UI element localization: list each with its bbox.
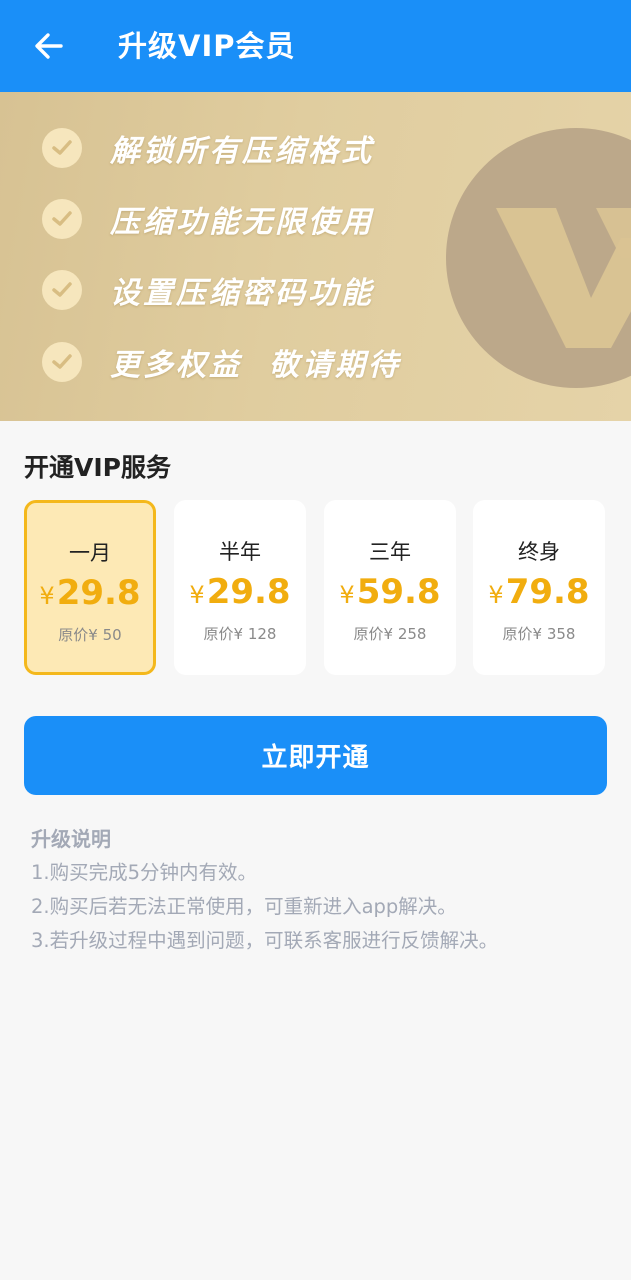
currency-symbol: ¥ bbox=[189, 581, 205, 609]
arrow-left-icon bbox=[35, 33, 63, 59]
page-title: 升级VIP会员 bbox=[118, 29, 296, 63]
notes-line: 2.购买后若无法正常使用，可重新进入app解决。 bbox=[31, 895, 457, 918]
plan-card-three-year[interactable]: 三年 ¥59.8 原价¥ 258 bbox=[324, 500, 456, 675]
plan-price-amount: 29.8 bbox=[206, 572, 291, 612]
currency-symbol: ¥ bbox=[339, 581, 355, 609]
benefit-text: 更多权益 敬请期待 bbox=[110, 348, 401, 383]
benefit-text: 压缩功能无限使用 bbox=[110, 205, 374, 240]
upgrade-notes: 升级说明 1.购买完成5分钟内有效。 2.购买后若无法正常使用，可重新进入app… bbox=[31, 822, 498, 958]
currency-symbol: ¥ bbox=[39, 582, 55, 610]
notes-title: 升级说明 bbox=[31, 827, 111, 851]
plan-card-monthly[interactable]: 一月 ¥29.8 原价¥ 50 bbox=[24, 500, 156, 675]
plan-original-price: 原价¥ 128 bbox=[203, 625, 277, 643]
vip-v-logo-icon bbox=[446, 128, 631, 388]
plan-price: ¥79.8 bbox=[473, 572, 605, 612]
benefit-item: 更多权益 敬请期待 bbox=[42, 342, 401, 383]
plan-price-amount: 59.8 bbox=[356, 572, 441, 612]
check-icon bbox=[42, 199, 82, 239]
vip-benefits-banner: 解锁所有压缩格式 压缩功能无限使用 设置压缩密码功能 更多权益 敬请期待 bbox=[0, 92, 631, 421]
benefit-item: 解锁所有压缩格式 bbox=[42, 128, 374, 169]
back-button[interactable] bbox=[28, 26, 68, 66]
plan-name: 终身 bbox=[518, 540, 560, 564]
benefit-item: 设置压缩密码功能 bbox=[42, 270, 374, 311]
plan-price: ¥29.8 bbox=[27, 573, 153, 613]
check-icon bbox=[42, 128, 82, 168]
plan-name: 半年 bbox=[219, 540, 261, 564]
plan-original-price: 原价¥ 358 bbox=[502, 625, 576, 643]
plan-card-half-year[interactable]: 半年 ¥29.8 原价¥ 128 bbox=[174, 500, 306, 675]
plan-price-amount: 79.8 bbox=[505, 572, 590, 612]
plan-price: ¥59.8 bbox=[324, 572, 456, 612]
notes-line: 1.购买完成5分钟内有效。 bbox=[31, 861, 258, 884]
plan-price: ¥29.8 bbox=[174, 572, 306, 612]
plan-card-lifetime[interactable]: 终身 ¥79.8 原价¥ 358 bbox=[473, 500, 605, 675]
plan-original-price: 原价¥ 258 bbox=[353, 625, 427, 643]
section-title: 开通VIP服务 bbox=[24, 453, 171, 482]
currency-symbol: ¥ bbox=[488, 581, 504, 609]
benefit-text: 设置压缩密码功能 bbox=[110, 276, 374, 311]
plan-original-price: 原价¥ 50 bbox=[58, 626, 122, 644]
plan-name: 三年 bbox=[369, 540, 411, 564]
open-vip-button[interactable]: 立即开通 bbox=[24, 716, 607, 795]
plan-name: 一月 bbox=[69, 541, 111, 565]
notes-line: 3.若升级过程中遇到问题，可联系客服进行反馈解决。 bbox=[31, 929, 499, 952]
app-bar: 升级VIP会员 bbox=[0, 0, 631, 92]
check-icon bbox=[42, 342, 82, 382]
benefit-item: 压缩功能无限使用 bbox=[42, 199, 374, 240]
benefit-text: 解锁所有压缩格式 bbox=[110, 134, 374, 169]
check-icon bbox=[42, 270, 82, 310]
plan-price-amount: 29.8 bbox=[56, 573, 141, 613]
